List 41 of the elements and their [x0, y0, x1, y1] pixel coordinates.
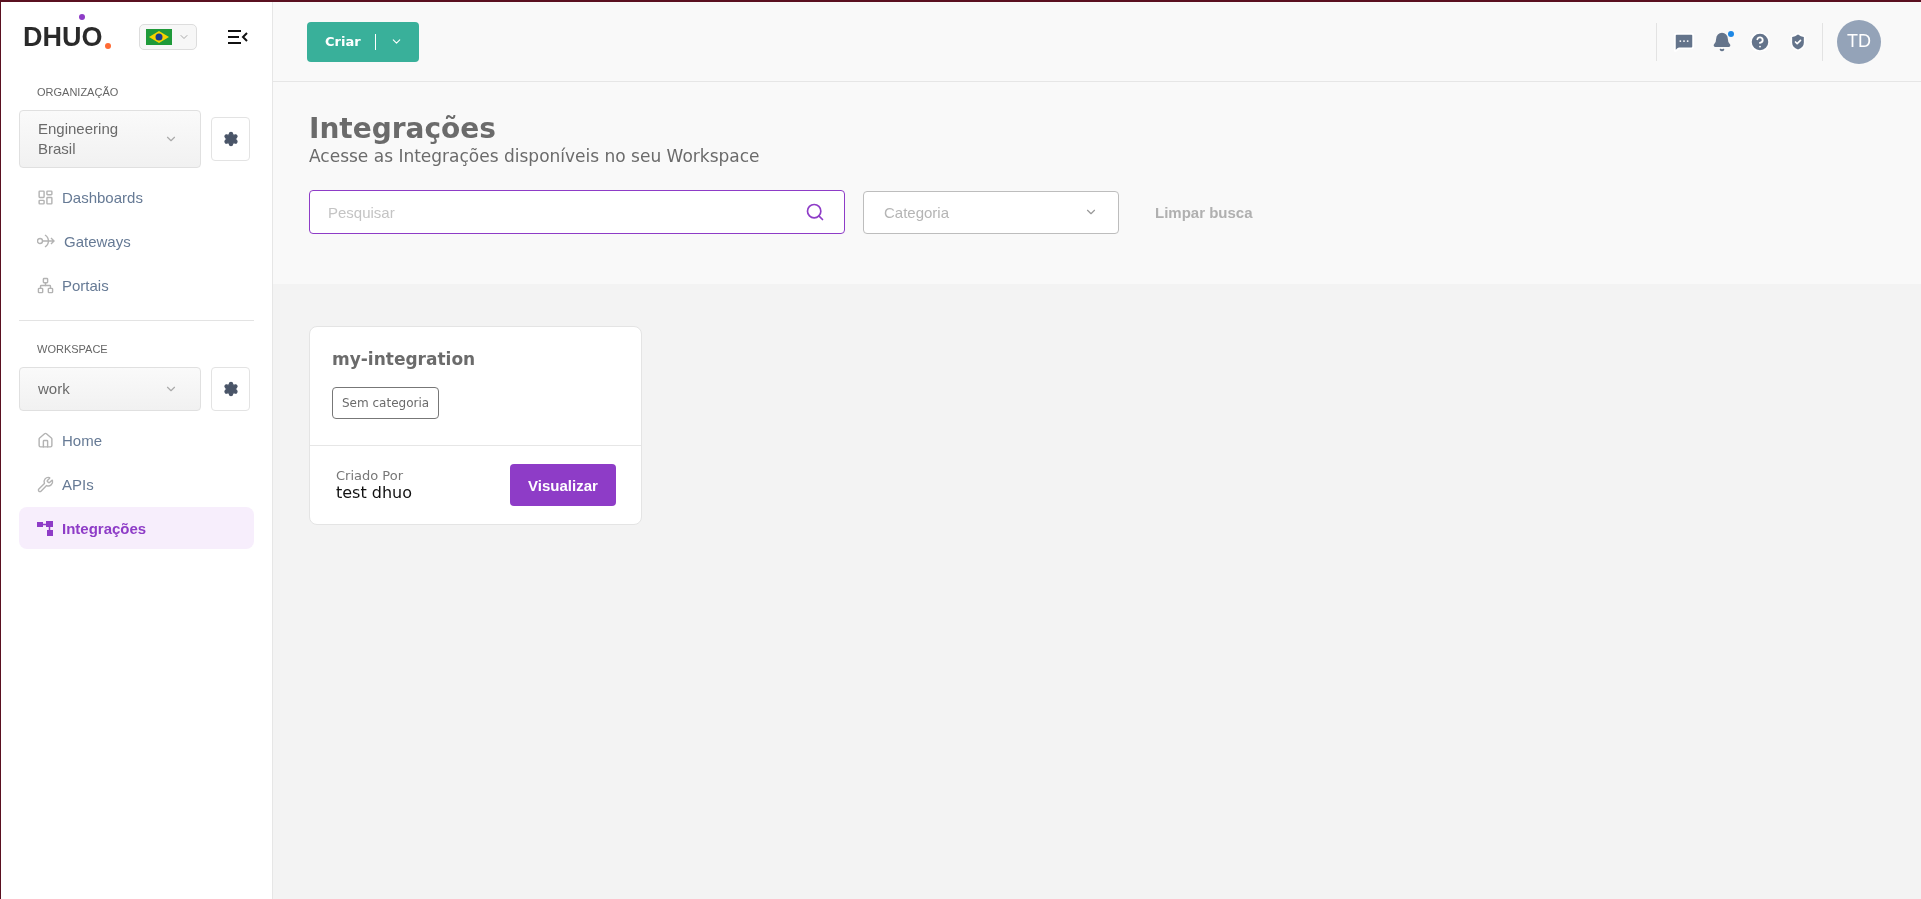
section-label: ORGANIZAÇÃO: [37, 86, 120, 98]
category-tag: Sem categoria: [332, 387, 440, 419]
shield-icon[interactable]: [1788, 31, 1808, 52]
logo-dot: [78, 14, 85, 20]
dashboard-icon: [37, 188, 54, 206]
gear-icon: [222, 131, 239, 147]
nav-item[interactable]: Dashboards: [19, 176, 254, 218]
menu-icon[interactable]: [228, 30, 248, 44]
nav-item[interactable]: Portais: [19, 264, 254, 306]
select-field[interactable]: Engineering Brasil: [19, 110, 201, 168]
card-title: my-integration: [332, 349, 477, 369]
section-label: WORKSPACE: [37, 343, 109, 355]
view-button[interactable]: Visualizar: [510, 464, 616, 506]
branch-icon: [37, 276, 54, 294]
gear-icon: [222, 381, 239, 397]
avatar[interactable]: TD: [1837, 19, 1881, 64]
nav-item[interactable]: Integrações: [19, 507, 254, 549]
tools-icon: [37, 475, 54, 493]
page-subtitle: Acesse as Integrações disponíveis no seu Workspace: [309, 146, 761, 166]
created-by-label: Criado Por: [336, 468, 404, 483]
create-button[interactable]: Criar: [307, 21, 419, 62]
creator-name: test dhuo: [336, 483, 413, 502]
search-field[interactable]: Pesquisar: [309, 190, 845, 234]
page-title: Integrações: [309, 112, 497, 146]
language-select[interactable]: [138, 24, 197, 50]
gateway-icon: [37, 234, 56, 248]
nav-item[interactable]: APIs: [19, 463, 254, 505]
integrations-icon: [37, 520, 54, 536]
nav-item[interactable]: Gateways: [19, 220, 254, 262]
bell-icon[interactable]: [1712, 31, 1732, 52]
home-icon: [37, 431, 54, 449]
select-field[interactable]: work: [19, 367, 201, 411]
logo: DHUO: [23, 21, 103, 53]
flag-icon: [145, 29, 172, 45]
nav-item[interactable]: Home: [19, 419, 254, 461]
logo-dot: [104, 43, 111, 49]
settings-button[interactable]: [211, 117, 250, 161]
search-icon[interactable]: [805, 202, 825, 222]
chat-icon[interactable]: [1673, 30, 1695, 53]
help-icon[interactable]: [1749, 30, 1771, 53]
settings-button[interactable]: [211, 367, 250, 411]
